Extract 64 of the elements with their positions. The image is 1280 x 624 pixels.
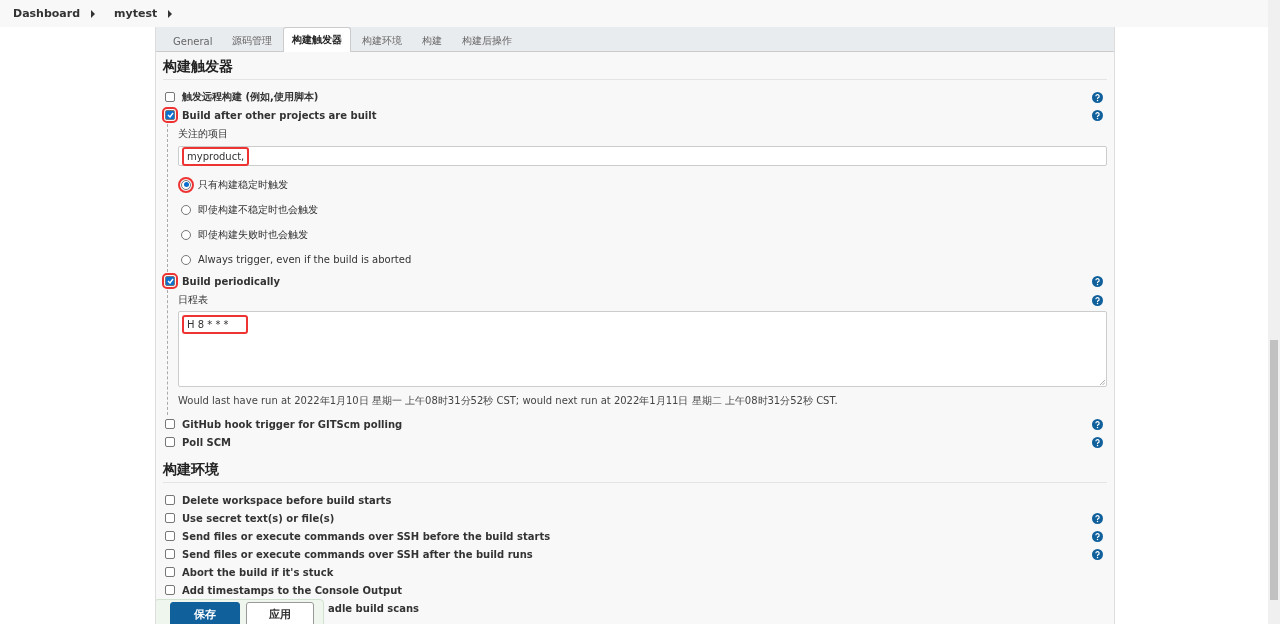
help-icon[interactable] — [1092, 275, 1103, 287]
radio-label: 即使构建失败时也会触发 — [198, 227, 308, 242]
radio-label: Always trigger, even if the build is aborted — [198, 254, 412, 265]
help-icon[interactable] — [1092, 418, 1103, 430]
section-heading: 构建触发器 — [163, 58, 1107, 80]
checkbox[interactable] — [165, 276, 175, 286]
field-value: myproduct, — [182, 146, 250, 166]
checkbox[interactable] — [165, 585, 175, 595]
checkbox-label: Use secret text(s) or file(s) — [182, 512, 335, 524]
field-label: 日程表 — [178, 293, 208, 307]
checkbox[interactable] — [165, 567, 175, 577]
checkbox-label: Send files or execute commands over SSH before the build starts — [182, 530, 551, 542]
tab[interactable]: 构建触发器 — [283, 27, 352, 52]
caret-icon — [167, 9, 174, 18]
checkbox-label: Send files or execute commands over SSH after the build runs — [182, 548, 533, 560]
checkbox[interactable] — [165, 495, 175, 505]
help-icon[interactable] — [1092, 109, 1103, 121]
breadcrumb-link[interactable]: Dashboard — [13, 7, 81, 20]
scrollbar-thumb[interactable] — [1270, 340, 1278, 600]
checkbox[interactable] — [165, 549, 175, 559]
field-value: H 8 * * * — [182, 315, 248, 334]
radio-button[interactable] — [181, 229, 191, 240]
tab[interactable]: General — [164, 29, 222, 52]
checkbox[interactable] — [165, 531, 175, 541]
breadcrumb-link[interactable]: mytest — [114, 7, 158, 20]
checkbox-label: adle build scans — [328, 602, 420, 614]
checkbox[interactable] — [165, 419, 175, 429]
tab[interactable]: 源码管理 — [223, 29, 282, 52]
checkbox[interactable] — [165, 92, 175, 102]
checkbox[interactable] — [165, 437, 175, 447]
save-button[interactable]: 保存 — [170, 602, 240, 624]
checkbox-label: 触发远程构建 (例如,使用脚本) — [182, 90, 319, 104]
checkbox-label: Build after other projects are built — [182, 109, 377, 121]
checkbox[interactable] — [165, 513, 175, 523]
radio-button[interactable] — [181, 204, 191, 215]
resize-grip-icon[interactable] — [1099, 379, 1105, 385]
caret-icon — [90, 9, 97, 18]
tab[interactable]: 构建环境 — [353, 29, 412, 52]
apply-button[interactable]: 应用 — [246, 602, 314, 624]
radio-button[interactable] — [181, 254, 191, 265]
help-icon[interactable] — [1092, 548, 1103, 560]
scrollbar[interactable] — [1268, 0, 1280, 624]
checkbox-label: Abort the build if it's stuck — [182, 566, 334, 578]
help-icon[interactable] — [1092, 294, 1103, 306]
help-icon[interactable] — [1092, 530, 1103, 542]
help-icon[interactable] — [1092, 512, 1103, 524]
input-field[interactable]: myproduct, — [178, 146, 1107, 166]
schedule-textarea[interactable]: H 8 * * * — [178, 311, 1107, 387]
field-label: 关注的项目 — [178, 127, 228, 141]
tab[interactable]: 构建 — [413, 29, 452, 52]
checkbox-label: GitHub hook trigger for GITScm polling — [182, 418, 403, 430]
radio-label: 只有构建稳定时触发 — [198, 177, 288, 192]
schedule-note: Would last have run at 2022年1月10日 星期一 上午08时31分52秒 CST; would next run at 2022年1月11日 星期二 上午08时31分52秒 CST. — [178, 394, 839, 408]
radio-label: 即使构建不稳定时也会触发 — [198, 202, 318, 217]
radio-button[interactable] — [181, 179, 191, 190]
tab[interactable]: 构建后操作 — [453, 29, 522, 52]
checkbox-label: Build periodically — [182, 275, 281, 287]
checkbox-label: Add timestamps to the Console Output — [182, 584, 403, 596]
help-icon[interactable] — [1092, 91, 1103, 103]
section-heading: 构建环境 — [163, 461, 1107, 483]
checkbox-label: Poll SCM — [182, 436, 232, 448]
checkbox[interactable] — [165, 110, 175, 120]
help-icon[interactable] — [1092, 436, 1103, 448]
checkbox-label: Delete workspace before build starts — [182, 494, 392, 506]
